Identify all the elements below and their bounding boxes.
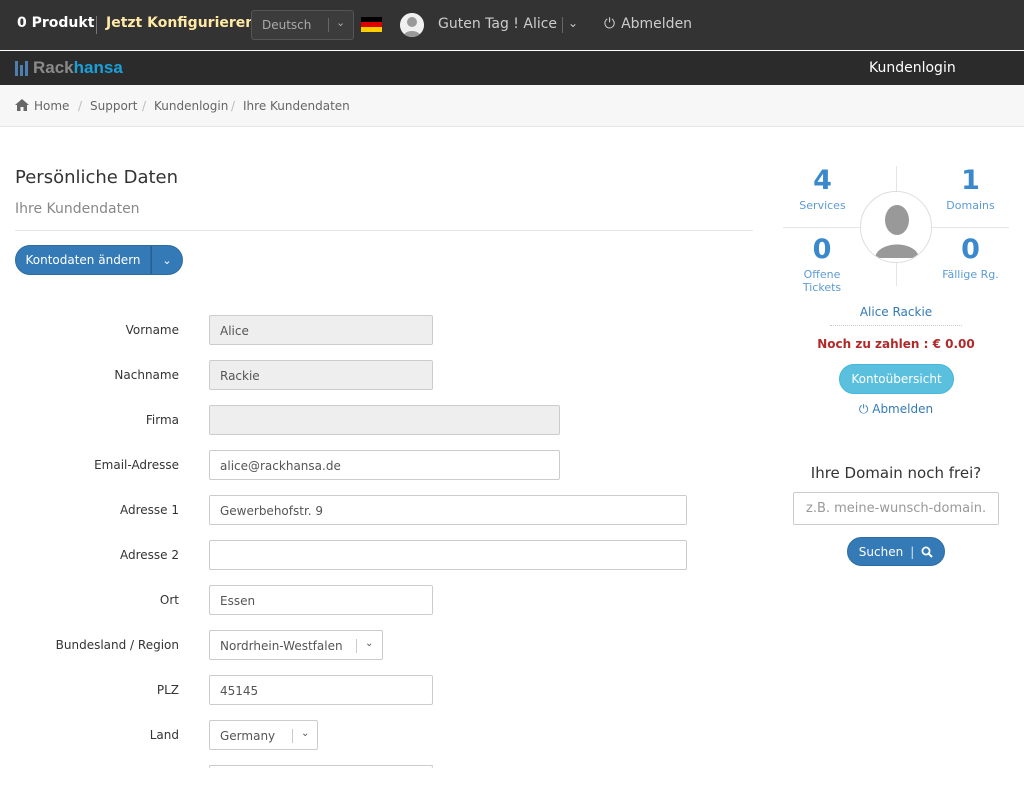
nav-kundenlogin[interactable]: Kundenlogin [869,60,956,76]
divider [15,230,753,231]
domains-label: Domains [946,199,995,212]
vorname-label: Vorname [125,323,179,337]
land-label: Land [149,728,179,742]
region-label: Bundesland / Region [55,638,179,652]
brand-logo[interactable]: Rackhansa [15,58,123,78]
edit-account-dropdown-toggle[interactable]: ⌄ [151,245,183,275]
services-label: Services [799,199,846,212]
form-row-plz: PLZ 45145 [0,675,1024,705]
breadcrumb-kundenlogin[interactable]: Kundenlogin [154,99,228,113]
plz-label: PLZ [156,683,179,697]
chevron-down-icon[interactable]: ⌄ [568,16,578,30]
region-value: Nordrhein-Westfalen [220,639,343,653]
firma-field[interactable] [209,405,560,435]
domain-search-input[interactable] [793,492,999,525]
ort-label: Ort [159,593,179,607]
top-bar: 0 Produkt Jetzt Konfigurieren Deutsch ⌄ … [0,0,1024,50]
chevron-down-icon: ⌄ [162,253,172,267]
stat-domains[interactable]: 1 Domains [938,165,1003,213]
tickets-label: Offene Tickets [802,268,842,294]
land-select[interactable]: Germany ⌄ [209,720,318,750]
email-label: Email-Adresse [94,458,179,472]
region-select[interactable]: Nordrhein-Westfalen ⌄ [209,630,383,660]
sidebar-logout-link[interactable]: ⏻ Abmelden [783,402,1009,417]
firma-label: Firma [145,413,179,427]
adresse1-field[interactable]: Gewerbehofstr. 9 [209,495,687,525]
stat-tickets[interactable]: 0 Offene Tickets [783,234,861,295]
edit-account-button[interactable]: Kontodaten ändern [15,245,151,275]
ort-field[interactable]: Essen [209,585,433,615]
domains-count: 1 [961,165,980,196]
main-nav: Rackhansa Kundenlogin [0,51,1024,85]
adresse1-label: Adresse 1 [119,503,179,517]
power-icon: ⏻ [604,16,616,32]
greeting-menu[interactable]: Guten Tag ! Alice [438,16,557,32]
tickets-count: 0 [812,234,832,265]
plz-field[interactable]: 45145 [209,675,433,705]
search-icon [921,546,933,558]
breadcrumb-home[interactable]: Home [15,99,69,113]
edit-account-button-group: Kontodaten ändern ⌄ [15,245,183,275]
stat-invoices[interactable]: 0 Fällige Rg. [938,234,1003,282]
invoices-count: 0 [961,234,980,265]
domain-search-title: Ihre Domain noch frei? [810,464,982,482]
invoices-label: Fällige Rg. [942,268,999,281]
land-value: Germany [220,729,276,743]
breadcrumb-current: Ihre Kundendaten [243,99,350,113]
page-subtitle: Ihre Kundendaten [15,201,140,217]
home-icon [15,99,29,111]
adresse2-field[interactable] [209,540,687,570]
form-row-region: Bundesland / Region Nordrhein-Westfalen … [0,630,1024,660]
stat-services[interactable]: 4 Services [790,165,855,213]
domain-search-button[interactable]: Suchen | [847,537,945,566]
chevron-down-icon: ⌄ [301,728,310,739]
page-title: Persönliche Daten [15,167,179,188]
breadcrumb: Home / Support / Kundenlogin / Ihre Kund… [0,85,1024,127]
vorname-field[interactable]: Alice [209,315,433,345]
profile-name[interactable]: Alice Rackie [830,305,962,326]
power-icon: ⏻ [858,402,869,416]
form-row-land: Land Germany ⌄ [0,720,1024,750]
adresse2-label: Adresse 2 [119,548,179,562]
profile-avatar-icon [860,191,932,263]
configure-link[interactable]: Jetzt Konfigurieren [106,15,255,31]
services-count: 4 [813,165,832,196]
divider [96,16,97,34]
logo-icon [15,60,28,76]
logout-link[interactable]: ⏻ Abmelden [604,16,692,32]
language-select[interactable]: Deutsch ⌄ [251,10,354,40]
nachname-field[interactable]: Rackie [209,360,433,390]
language-value: Deutsch [262,18,312,32]
nachname-label: Nachname [114,368,179,382]
form-row-next [0,765,1024,795]
flag-de-icon[interactable] [361,17,382,32]
chevron-down-icon: ⌄ [336,16,346,29]
amount-due: Noch zu zahlen : € 0.00 [817,337,975,351]
user-avatar-icon[interactable] [400,13,424,37]
form-row-ort: Ort Essen [0,585,1024,615]
breadcrumb-support[interactable]: Support [90,99,137,113]
chevron-down-icon: ⌄ [365,638,374,649]
cart-link[interactable]: 0 Produkt [17,15,94,31]
account-overview-button[interactable]: Kontoübersicht [839,364,954,394]
email-field[interactable]: alice@rackhansa.de [209,450,560,480]
